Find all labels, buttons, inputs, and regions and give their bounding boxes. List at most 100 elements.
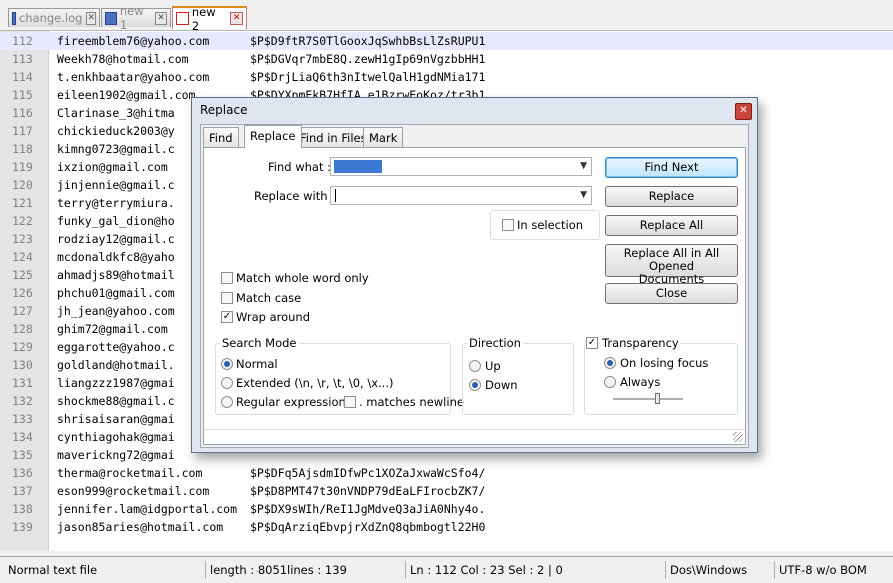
dropdown-arrow-icon[interactable]: ▼ [580, 187, 587, 204]
match-case-checkbox[interactable] [221, 292, 233, 304]
line-number: 118 [12, 142, 33, 156]
match-whole-word-checkbox[interactable] [221, 272, 233, 284]
line-number: 139 [12, 520, 33, 534]
editor-line[interactable]: 136 therma@rocketmail.com $P$DFq5AjsdmIDfw… [0, 464, 893, 482]
matches-newline-checkbox[interactable] [344, 396, 356, 408]
line-number: 125 [12, 268, 33, 282]
editor-line[interactable]: 112 fireemblem76@yahoo.com $P$D9ftR7S0TlGo… [0, 32, 893, 50]
close-icon[interactable]: ✕ [230, 12, 244, 25]
line-hash: $P$DGVqr7mbE8Q.zewH1gIp69nVgzbbHH1 [250, 52, 486, 66]
line-email: jh_jean@yahoo.com [57, 304, 175, 318]
button-label-line-1: Replace All in All Opened [623, 246, 720, 273]
editor-line[interactable]: 138 jennifer.lam@idgportal.com $P$DX9sWIh/… [0, 500, 893, 518]
line-number: 114 [12, 70, 33, 84]
line-email: shockme88@gmail.c [57, 394, 175, 408]
find-what-label: Find what : [268, 160, 331, 174]
line-email: shrisaisaran@gmai [57, 412, 175, 426]
search-mode-extended-radio[interactable] [221, 377, 233, 389]
match-case-label: Match case [236, 291, 302, 305]
resize-grip-icon[interactable] [733, 432, 743, 442]
line-email: eileen1902@gmail.com [57, 88, 196, 102]
tab-new-2[interactable]: new 2 ✕ [172, 5, 247, 33]
line-hash: $P$D9ftR7S0TlGooxJqSwhbBsLlZsRUPU1 [250, 34, 486, 48]
tab-label: change.log [18, 11, 83, 25]
direction-group: Direction [462, 336, 574, 415]
wrap-around-checkbox[interactable]: ✓ [221, 311, 233, 323]
on-losing-focus-label: On losing focus [620, 356, 709, 370]
line-hash: $P$DX9sWIh/ReI1JgMdveQ3aJiA0Nhy4o. [250, 502, 486, 516]
length-status: length : 8051 [205, 561, 287, 579]
line-email: maverickng72@gmai [57, 448, 175, 462]
tab-find-in-files[interactable]: Find in Files [294, 127, 373, 147]
on-losing-focus-radio[interactable] [604, 357, 616, 369]
line-email: Clarinase_3@hitma [57, 106, 175, 120]
close-button[interactable]: Close [605, 283, 738, 304]
line-hash: $P$DFq5AjsdmIDfwPc1XOZaJxwaWcSfo4/ [250, 466, 486, 480]
tab-new-1[interactable]: new 1 ✕ [101, 4, 171, 32]
line-email: rodziay12@gmail.c [57, 232, 175, 246]
line-number: 122 [12, 214, 33, 228]
find-next-button[interactable]: Find Next [605, 157, 738, 178]
in-selection-label: In selection [517, 218, 584, 232]
line-number: 131 [12, 376, 33, 390]
dropdown-arrow-icon[interactable]: ▼ [580, 158, 587, 175]
editor-line[interactable]: 114 t.enkhbaatar@yahoo.com $P$DrjLiaQ6th3n… [0, 68, 893, 86]
replace-tab-panel: Find what : ▼ Replace with : ▼ Find Next… [203, 147, 746, 445]
search-mode-normal-radio[interactable] [221, 358, 233, 370]
close-icon[interactable]: ✕ [86, 11, 96, 25]
replace-all-opened-button[interactable]: Replace All in All Opened Documents [605, 244, 738, 286]
replace-with-label: Replace with : [254, 189, 336, 203]
editor-line[interactable]: 113 Weekh78@hotmail.com $P$DGVqr7mbE8Q.zew… [0, 50, 893, 68]
line-email: phchu01@gmail.com [57, 286, 175, 300]
tab-mark[interactable]: Mark [363, 127, 404, 147]
file-type-status: Normal text file [8, 563, 98, 577]
line-number: 124 [12, 250, 33, 264]
status-bar: Normal text file length : 8051 lines : 1… [0, 556, 893, 583]
file-unsaved-icon [176, 12, 189, 25]
matches-newline-label: . matches newline [359, 395, 464, 409]
transparency-slider-thumb[interactable] [655, 393, 660, 404]
line-email: liangzzz1987@gmai [57, 376, 175, 390]
direction-up-radio[interactable] [469, 360, 481, 372]
line-number: 117 [12, 124, 33, 138]
line-email: jason85aries@hotmail.com [57, 520, 224, 534]
line-number: 128 [12, 322, 33, 336]
editor-line[interactable]: 137 eson999@rocketmail.com $P$D8PMT47t30nV… [0, 482, 893, 500]
editor-line[interactable]: 139 jason85aries@hotmail.com $P$DqArziqEbv… [0, 518, 893, 536]
dialog-body: Find Replace Find in Files Mark Find wha… [200, 124, 749, 448]
transparency-checkbox[interactable]: ✓ [586, 337, 598, 349]
tab-change-log[interactable]: change.log ✕ [8, 8, 100, 27]
tab-replace[interactable]: Replace [244, 125, 302, 148]
line-email: Weekh78@hotmail.com [57, 52, 189, 66]
document-tab-bar: change.log ✕ new 1 ✕ new 2 ✕ [0, 0, 893, 33]
always-radio[interactable] [604, 376, 616, 388]
replace-all-button[interactable]: Replace All [605, 215, 738, 236]
wrap-around-label: Wrap around [236, 310, 311, 324]
line-email: jennifer.lam@idgportal.com [57, 502, 238, 516]
selected-text-highlight [334, 160, 382, 173]
direction-down-radio[interactable] [469, 379, 481, 391]
replace-button[interactable]: Replace [605, 186, 738, 207]
line-number: 133 [12, 412, 33, 426]
line-email: mcdonaldkfc8@yaho [57, 250, 175, 264]
search-mode-normal-label: Normal [236, 357, 278, 371]
line-number: 135 [12, 448, 33, 462]
close-icon[interactable]: ✕ [155, 11, 168, 25]
line-email: funky_gal_dion@ho [57, 214, 175, 228]
panel-divider [204, 429, 745, 430]
direction-down-label: Down [485, 378, 518, 392]
direction-title: Direction [467, 336, 523, 350]
tab-find[interactable]: Find [203, 127, 239, 147]
line-number: 123 [12, 232, 33, 246]
replace-with-combo[interactable]: ▼ [330, 186, 592, 205]
line-number: 112 [12, 34, 33, 48]
line-hash: $P$DqArziqEbvpjrXdZnQ8qbmbogtl22H0 [250, 520, 486, 534]
search-mode-regex-radio[interactable] [221, 396, 233, 408]
in-selection-checkbox[interactable] [502, 219, 514, 231]
transparency-slider-track[interactable] [613, 393, 683, 404]
tab-label: new 2 [191, 4, 216, 33]
line-email: terry@terrymiura. [57, 196, 175, 210]
line-number: 127 [12, 304, 33, 318]
close-icon[interactable]: ✕ [735, 103, 752, 120]
find-what-combo[interactable]: ▼ [330, 157, 592, 176]
